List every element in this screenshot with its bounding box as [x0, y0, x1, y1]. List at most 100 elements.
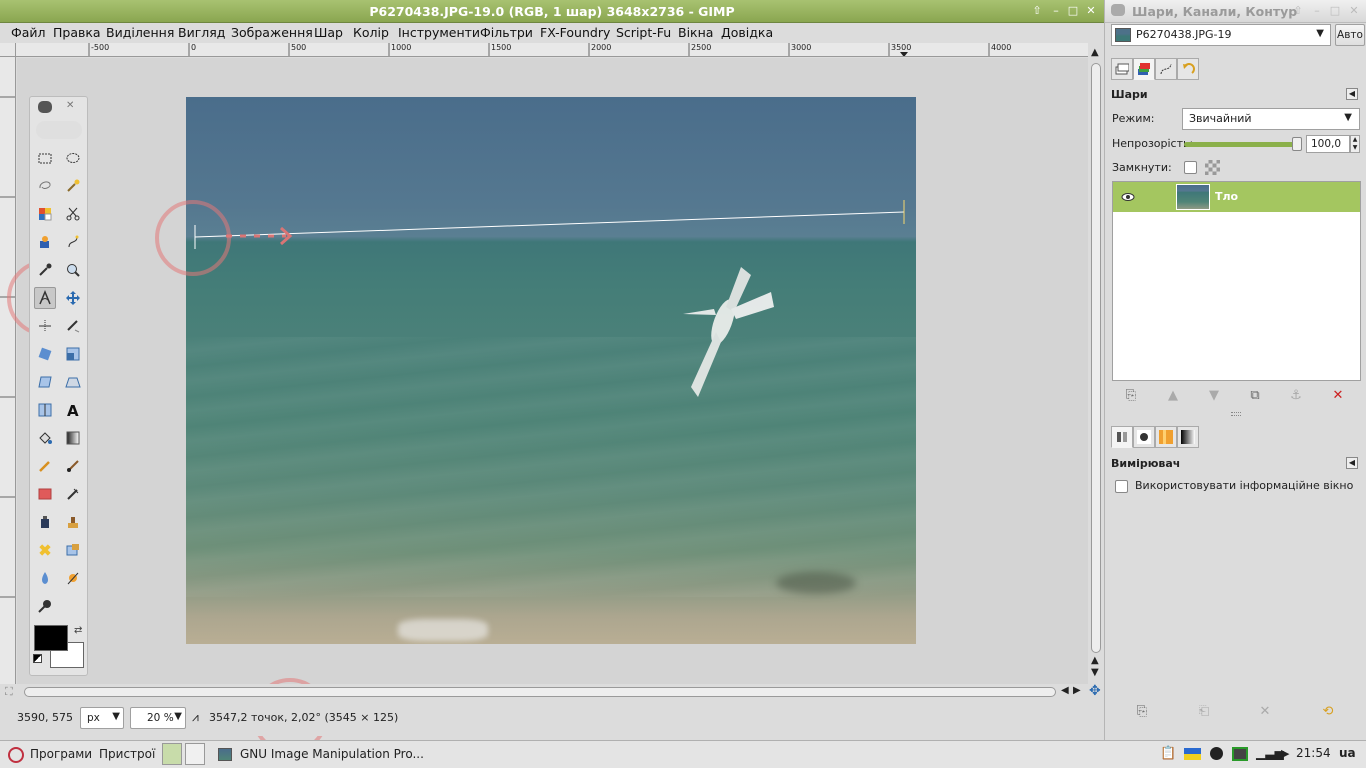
scroll-thumb[interactable] [1091, 63, 1101, 653]
scroll-down-icon[interactable]: ▼ [1091, 667, 1099, 678]
restore-options-icon[interactable]: ⎗ [1195, 703, 1213, 721]
toolbox-header[interactable]: ✕ [30, 97, 87, 119]
fuzzy-select-icon[interactable] [62, 175, 84, 197]
delete-layer-icon[interactable]: ✕ [1329, 387, 1347, 405]
vertical-scrollbar[interactable]: ▲ ▲ ▼ [1088, 43, 1104, 684]
chat-icon[interactable] [1210, 747, 1223, 760]
lock-pixels-checkbox[interactable] [1184, 161, 1197, 174]
paintbrush-icon[interactable] [62, 455, 84, 477]
zoom-select[interactable]: 20 % ▼ [130, 707, 186, 729]
scissors-icon[interactable] [62, 203, 84, 225]
opacity-spinner[interactable]: ▲ ▼ [1350, 135, 1360, 153]
monitor-icon[interactable] [1232, 747, 1248, 761]
workspace-2[interactable] [185, 743, 205, 765]
menu-image[interactable]: Зображення [231, 25, 313, 40]
maximize-button[interactable]: □ [1066, 4, 1080, 18]
zoom-icon[interactable] [62, 259, 84, 281]
duplicate-layer-icon[interactable]: ⧉ [1246, 387, 1264, 405]
menu-colors[interactable]: Колір [353, 25, 389, 40]
paths-tab-icon[interactable] [1155, 58, 1177, 80]
rotate-icon[interactable] [34, 343, 56, 365]
raise-layer-icon[interactable]: ▲ [1164, 387, 1182, 405]
new-layer-icon[interactable]: ⎘ [1122, 387, 1140, 405]
opacity-slider-handle[interactable] [1292, 137, 1302, 151]
menu-edit[interactable]: Правка [53, 25, 101, 40]
maximize-button[interactable]: □ [1328, 4, 1342, 18]
keyboard-layout-icon[interactable] [1184, 748, 1201, 760]
devices-menu[interactable]: Пристрої [99, 747, 155, 761]
scroll-up-icon[interactable]: ▲ [1091, 655, 1099, 666]
horizontal-ruler[interactable]: -500 0 500 1000 1500 2000 2500 3000 3500… [16, 43, 1088, 57]
opacity-input[interactable]: 100,0 [1306, 135, 1350, 153]
color-picker-icon[interactable] [34, 259, 56, 281]
save-options-icon[interactable]: ⎘ [1133, 703, 1151, 721]
mode-select[interactable]: Звичайний ▼ [1182, 108, 1360, 130]
ellipse-select-icon[interactable] [62, 147, 84, 169]
close-icon[interactable]: ✕ [66, 100, 74, 111]
blur-sharpen-icon[interactable] [34, 567, 56, 589]
clock[interactable]: 21:54 [1296, 746, 1331, 760]
menu-fx-foundry[interactable]: FX-Foundry [540, 25, 610, 40]
unit-select[interactable]: px ▼ [80, 707, 124, 729]
layer-row[interactable]: Тло [1113, 182, 1360, 212]
use-info-window-checkbox[interactable] [1115, 480, 1128, 493]
airbrush-icon[interactable] [62, 483, 84, 505]
swap-colors-icon[interactable]: ⇄ [74, 625, 82, 636]
shear-icon[interactable] [34, 371, 56, 393]
programs-menu[interactable]: Програми [30, 747, 92, 761]
menu-select[interactable]: Виділення [106, 25, 174, 40]
wilber-drop-zone[interactable] [36, 121, 82, 139]
smudge-icon[interactable] [62, 567, 84, 589]
scroll-right-icon[interactable]: ▶ [1073, 685, 1081, 696]
undo-history-tab-icon[interactable] [1177, 58, 1199, 80]
minimize-button[interactable]: – [1310, 4, 1324, 18]
foreground-color-swatch[interactable] [34, 625, 68, 651]
menu-windows[interactable]: Вікна [678, 25, 713, 40]
photo-seagull-sea[interactable] [186, 97, 916, 644]
use-info-window-label[interactable]: Використовувати інформаційне вікно [1135, 479, 1353, 492]
image-canvas[interactable] [17, 58, 1088, 684]
anchor-layer-icon[interactable]: ⚓ [1287, 387, 1305, 405]
lock-alpha-icon[interactable] [1205, 160, 1220, 175]
vertical-ruler[interactable] [0, 57, 16, 684]
blend-icon[interactable] [62, 427, 84, 449]
layer-name[interactable]: Тло [1215, 190, 1238, 203]
delete-options-icon[interactable]: ✕ [1256, 703, 1274, 721]
rect-select-icon[interactable] [34, 147, 56, 169]
shade-button[interactable]: ⇧ [1291, 4, 1305, 18]
clone-icon[interactable] [62, 511, 84, 533]
free-select-icon[interactable] [34, 175, 56, 197]
minimize-button[interactable]: – [1049, 4, 1063, 18]
paths-icon[interactable] [62, 231, 84, 253]
title-bar[interactable]: P6270438.JPG-19.0 (RGB, 1 шар) 3648x2736… [0, 0, 1104, 23]
close-button[interactable]: ✕ [1084, 4, 1098, 18]
menu-filters[interactable]: Фільтри [480, 25, 533, 40]
layers-list[interactable]: Тло [1112, 181, 1361, 381]
pane-separator[interactable] [1231, 412, 1241, 416]
lower-layer-icon[interactable]: ▼ [1205, 387, 1223, 405]
shade-button[interactable]: ⇧ [1030, 4, 1044, 18]
gradients-tab-icon[interactable] [1177, 426, 1199, 448]
brushes-tab-icon[interactable] [1133, 426, 1155, 448]
clipboard-icon[interactable]: 📋 [1160, 746, 1176, 761]
layers-tab-icon[interactable] [1111, 58, 1133, 80]
perspective-clone-icon[interactable] [62, 539, 84, 561]
horizontal-scrollbar[interactable]: ⛶ ◀ ▶ ✥ [0, 683, 1104, 700]
menu-help[interactable]: Довідка [721, 25, 773, 40]
dodge-burn-icon[interactable] [34, 595, 56, 617]
perspective-icon[interactable] [62, 371, 84, 393]
dock-title-bar[interactable]: Шари, Канали, Контур ⇧ – □ ✕ [1105, 0, 1366, 23]
gimp-taskbar-button[interactable]: GNU Image Manipulation Pro... [240, 747, 424, 761]
heal-icon[interactable] [34, 539, 56, 561]
select-by-color-icon[interactable] [34, 203, 56, 225]
scale-icon[interactable] [62, 343, 84, 365]
language-indicator[interactable]: ua [1339, 746, 1356, 760]
image-select[interactable]: P6270438.JPG-19 ▼ [1111, 24, 1331, 46]
pencil-icon[interactable] [34, 455, 56, 477]
menu-tools[interactable]: Інструменти [398, 25, 480, 40]
patterns-tab-icon[interactable] [1155, 426, 1177, 448]
flip-icon[interactable] [34, 399, 56, 421]
ink-icon[interactable] [34, 511, 56, 533]
panel-menu-icon[interactable]: ◀ [1346, 457, 1358, 469]
signal-icon[interactable]: ▁▃▅ [1256, 746, 1284, 760]
